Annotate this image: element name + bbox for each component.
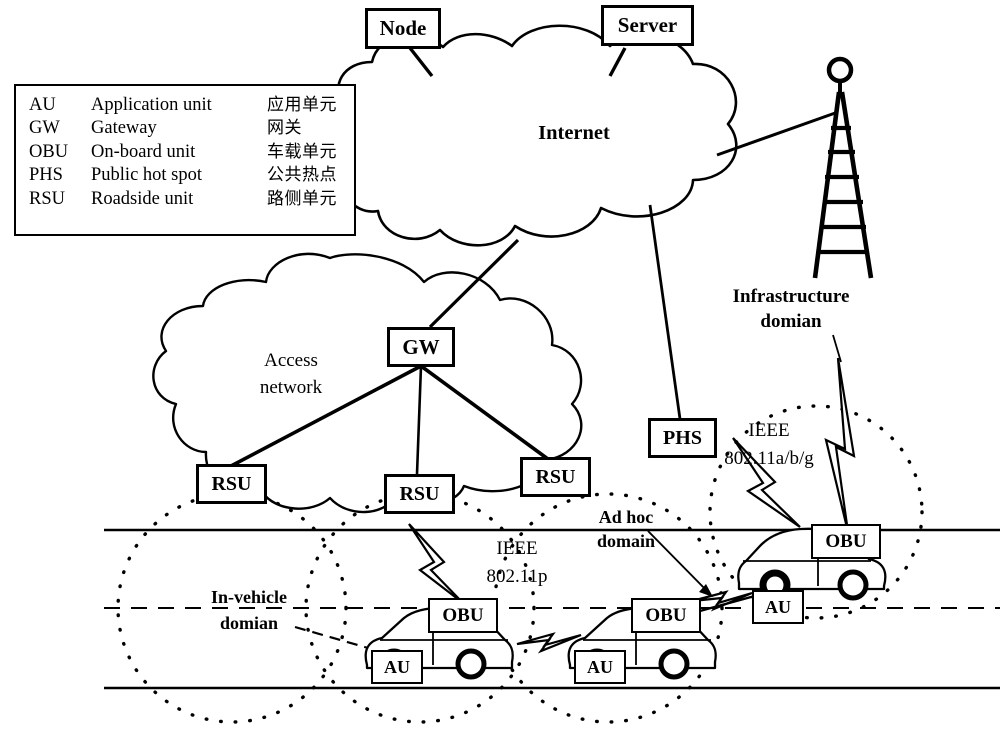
legend-table: AU Application unit 应用单元 GW Gateway 网关 O… (16, 93, 354, 211)
legend-row: RSU Roadside unit 路侧单元 (16, 187, 354, 211)
legend-row: AU Application unit 应用单元 (16, 93, 354, 117)
legend-abbr: GW (29, 118, 60, 138)
infrastructure-domain-label-line2: domian (760, 311, 822, 332)
node-box-phs[interactable]: PHS (648, 418, 717, 458)
legend-english: Gateway (91, 118, 157, 138)
legend-row: OBU On-board unit 车载单元 (16, 140, 354, 164)
diagram-canvas: Internet Access network AU Application u… (0, 0, 1000, 738)
cell-tower (812, 56, 874, 279)
node-box-au-car3[interactable]: AU (752, 590, 804, 624)
lightning-car2-car3 (691, 590, 753, 612)
legend-row: PHS Public hot spot 公共热点 (16, 164, 354, 188)
wifi-standard-label-line1: IEEE (748, 420, 790, 441)
legend-chinese: 网关 (267, 118, 302, 138)
legend-abbr: PHS (29, 165, 63, 185)
node-box-obu-car1[interactable]: OBU (428, 598, 498, 633)
legend-chinese: 应用单元 (267, 94, 337, 115)
legend-chinese: 车载单元 (267, 141, 337, 162)
access-network-text-line1: Access (264, 350, 318, 371)
link-internet-phs (648, 204, 682, 420)
infrastructure-domain-label-line1: Infrastructure (732, 286, 850, 307)
node-box-rsu-right[interactable]: RSU (520, 457, 591, 497)
access-network-text-line2: network (260, 377, 323, 398)
lightning-rsu-to-car (408, 523, 464, 604)
wifi-standard-label-line2: 802.11a/b/g (724, 448, 814, 469)
invehicle-domain-label-line1: In-vehicle (211, 587, 287, 607)
legend-abbr: RSU (29, 188, 65, 209)
internet-cloud-text: Internet (538, 122, 610, 144)
wave-standard-label-line2: 802.11p (486, 566, 548, 587)
infrastructure-domain-leader (832, 334, 842, 363)
node-box-au-car2[interactable]: AU (574, 650, 626, 684)
adhoc-domain-label-line1: Ad hoc (598, 507, 654, 527)
node-box-rsu-left[interactable]: RSU (196, 464, 267, 504)
legend-english: Public hot spot (91, 165, 203, 185)
node-box-obu-car3[interactable]: OBU (811, 524, 881, 559)
node-box-rsu-center[interactable]: RSU (384, 474, 455, 514)
abbreviation-legend: AU Application unit 应用单元 GW Gateway 网关 O… (14, 84, 356, 236)
node-box-server[interactable]: Server (601, 5, 694, 46)
legend-english: Roadside unit (91, 188, 194, 209)
legend-abbr: AU (29, 94, 56, 115)
node-box-obu-car2[interactable]: OBU (631, 598, 701, 633)
internet-cloud-shape (328, 24, 738, 247)
legend-english: Application unit (91, 94, 212, 115)
legend-chinese: 路侧单元 (267, 188, 337, 209)
legend-row: GW Gateway 网关 (16, 117, 354, 141)
wave-standard-label-line1: IEEE (496, 538, 538, 559)
adhoc-domain-label-line2: domain (596, 531, 656, 551)
adhoc-domain-leader (647, 530, 713, 597)
legend-abbr: OBU (29, 141, 69, 162)
node-box-gateway[interactable]: GW (387, 327, 455, 367)
node-box-node[interactable]: Node (365, 8, 441, 49)
invehicle-domain-label-line2: domian (219, 613, 279, 633)
node-box-au-car1[interactable]: AU (371, 650, 423, 684)
legend-chinese: 公共热点 (267, 165, 337, 185)
legend-english: On-board unit (91, 141, 196, 162)
lightning-tower-to-car (824, 357, 856, 533)
